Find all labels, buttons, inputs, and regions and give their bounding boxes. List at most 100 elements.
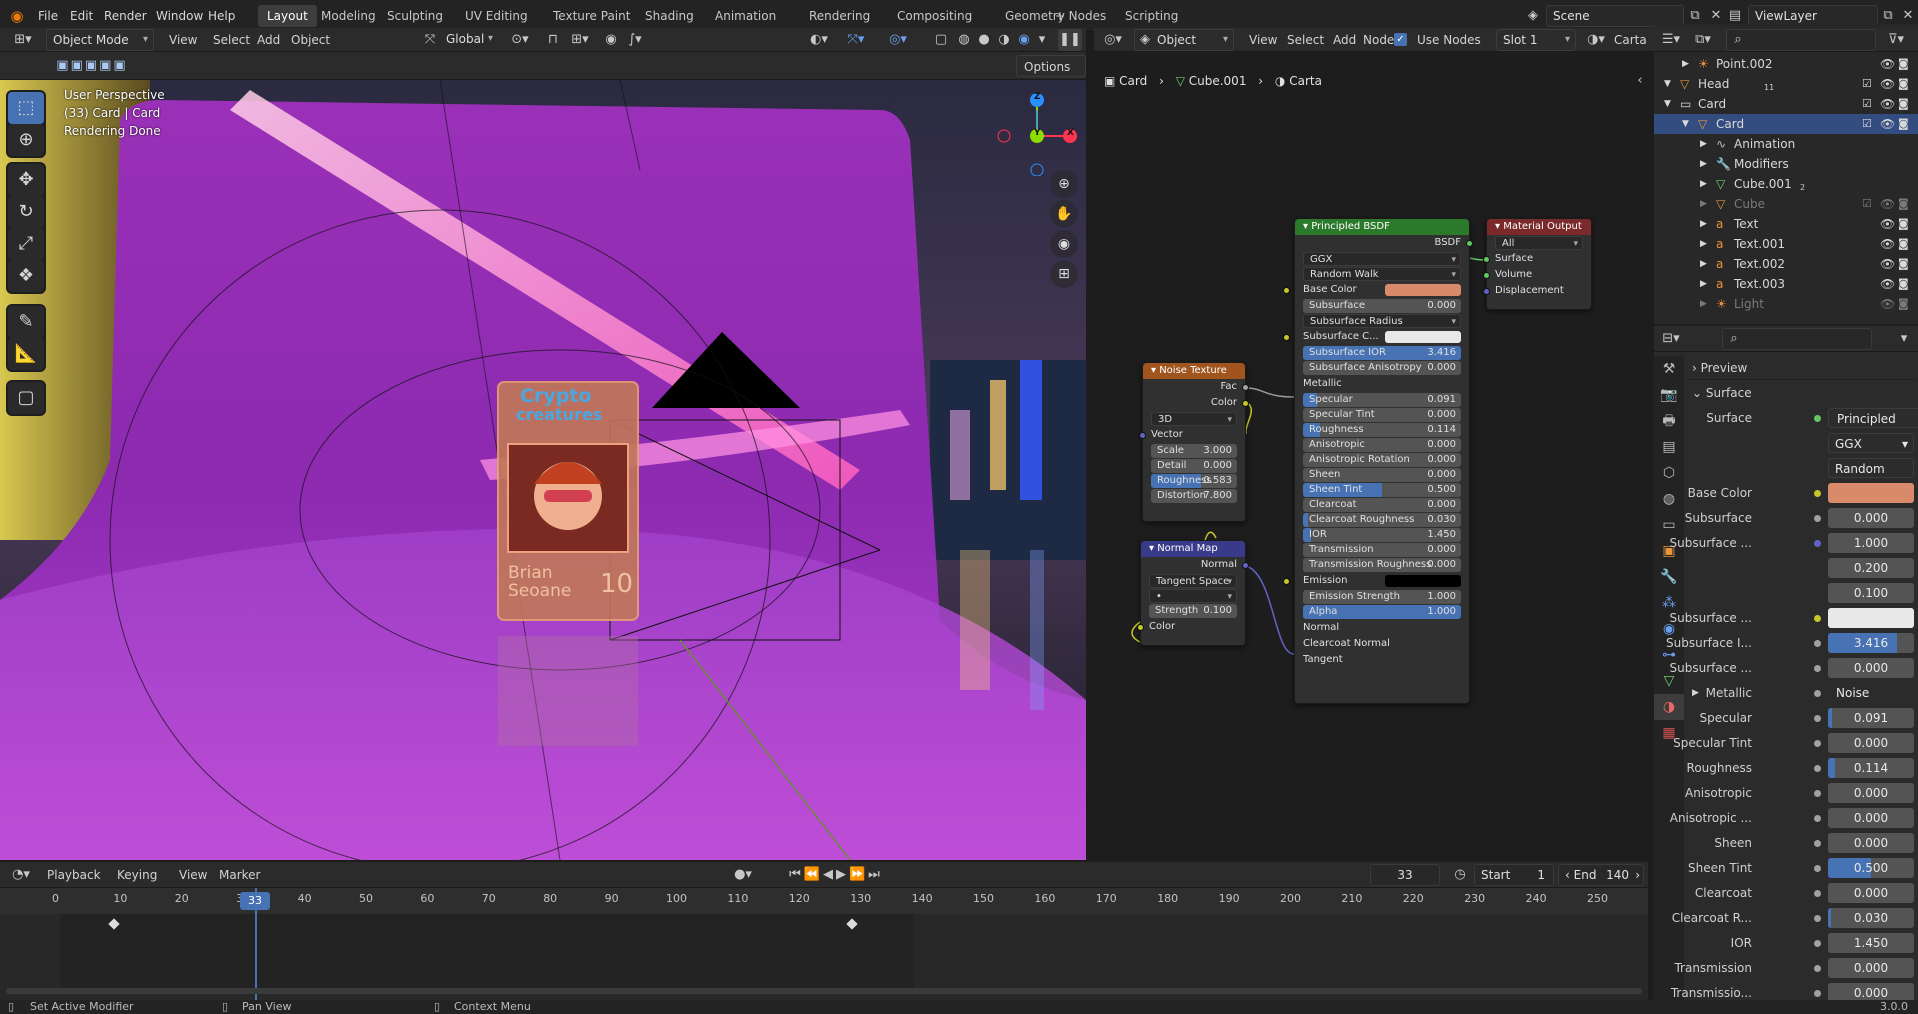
bsdf-emission-swatch[interactable]	[1385, 575, 1461, 587]
outliner-row[interactable]: ▼ ▽ Card ☑ 👁 ◙	[1654, 114, 1918, 134]
solid-shading-icon[interactable]: ●	[974, 29, 994, 51]
normal-map-space-dropdown[interactable]: Tangent Space	[1149, 574, 1237, 589]
workspace-tab-animation[interactable]: Animation	[706, 5, 785, 27]
end-frame-field[interactable]: ‹ End 140 ›	[1558, 864, 1644, 886]
gizmo-toggle-icon[interactable]: ⤧▾	[838, 29, 874, 51]
select-box-tool-icon[interactable]: ⬚	[8, 92, 44, 124]
checkbox-icon[interactable]: ☑	[1862, 194, 1872, 214]
bsdf-tangent-socket[interactable]: Tangent	[1295, 652, 1469, 668]
bsdf-subsurface-method-dropdown[interactable]: Random Walk	[1303, 267, 1461, 282]
bsdf-transmission-roughness-field[interactable]: Transmission Roughness 0.000	[1303, 558, 1461, 572]
shading-options-icon[interactable]: ▾	[1034, 29, 1050, 51]
property-value-field[interactable]: 0.091	[1828, 708, 1914, 728]
outliner-row[interactable]: ▶ ☀ Point.002 👁 ◙	[1654, 54, 1918, 74]
expand-arrow-icon[interactable]: ▶	[1700, 194, 1707, 214]
measure-tool-icon[interactable]: 📐	[8, 338, 44, 370]
outliner-row[interactable]: ▶ ▽ Cube ☑ 👁 ◙	[1654, 194, 1918, 214]
camera-icon[interactable]: ◙	[1898, 214, 1909, 234]
render-tab-icon[interactable]: 📷	[1654, 382, 1684, 408]
expand-arrow-icon[interactable]: ▼	[1664, 74, 1671, 94]
outliner-row[interactable]: ▶ 🔧 Modifiers	[1654, 154, 1918, 174]
expand-arrow-icon[interactable]: ▶	[1700, 254, 1707, 274]
property-value-field[interactable]: 0.000	[1828, 808, 1914, 828]
expand-arrow-icon[interactable]: ▶	[1682, 54, 1689, 74]
playback-controls[interactable]: ⏮⏪◀▶⏩⏭	[776, 864, 896, 886]
camera-icon[interactable]: ◙	[1898, 294, 1909, 314]
distribution-dropdown[interactable]: GGX ▾	[1828, 433, 1914, 453]
noise-roughness-field[interactable]: Roughness 0.583	[1151, 474, 1237, 488]
surface-shader-selector[interactable]: Principled BSDF	[1828, 408, 1918, 428]
workspace-tab-rendering[interactable]: Rendering	[800, 5, 879, 27]
noise-vector-socket[interactable]: Vector	[1139, 427, 1245, 443]
scene-icon[interactable]: ◈	[1522, 5, 1544, 27]
property-value-field[interactable]: 0.000	[1828, 983, 1914, 1000]
eye-icon[interactable]: 👁	[1880, 74, 1895, 94]
bsdf-base-color-swatch[interactable]	[1385, 284, 1461, 296]
viewport-menu-view[interactable]: View	[162, 29, 204, 51]
property-value-field[interactable]: 0.000	[1828, 958, 1914, 978]
property-value-field[interactable]: 0.000	[1828, 508, 1914, 528]
bsdf-metallic-socket[interactable]: Metallic	[1295, 376, 1469, 392]
bsdf-sheen-tint-field[interactable]: Sheen Tint 0.500	[1303, 483, 1461, 497]
timeline-editor-type-icon[interactable]: ◔▾	[6, 864, 36, 886]
expand-arrow-icon[interactable]: ▶	[1700, 274, 1707, 294]
timeline-menu-keying[interactable]: Keying	[110, 864, 171, 886]
outliner-row[interactable]: ▶ ☀ Light 👁 ◙	[1654, 294, 1918, 314]
expand-arrow-icon[interactable]: ▶	[1692, 681, 1699, 706]
output-target-dropdown[interactable]: All	[1495, 236, 1583, 251]
normal-map-strength-field[interactable]: Strength 0.100	[1149, 604, 1237, 618]
property-value-field[interactable]: 0.000	[1828, 733, 1914, 753]
workspace-tab-texture-paint[interactable]: Texture Paint	[544, 5, 639, 27]
overlay-toggle-icon[interactable]: ◎▾	[880, 29, 916, 51]
property-value-field[interactable]: 0.500	[1828, 858, 1914, 878]
camera-icon[interactable]: ◙	[1898, 94, 1909, 114]
xray-icon[interactable]: ▢	[930, 29, 952, 51]
eye-icon[interactable]: 👁	[1880, 214, 1895, 234]
node-editor-type-icon[interactable]: ◎▾	[1098, 29, 1128, 51]
bsdf-clearcoat-field[interactable]: Clearcoat 0.000	[1303, 498, 1461, 512]
use-nodes-checkbox[interactable]: ✓	[1394, 33, 1407, 46]
pivot-point-icon[interactable]: ⊙▾	[506, 29, 534, 51]
playhead-frame-label[interactable]: 33	[240, 892, 270, 910]
material-slot-selector[interactable]: Slot 1	[1496, 29, 1576, 51]
expand-arrow-icon[interactable]: ▶	[1700, 134, 1707, 154]
normal-map-uv-field[interactable]: •	[1149, 589, 1237, 604]
properties-options-icon[interactable]: ▾	[1894, 328, 1914, 350]
display-mode-icon[interactable]: ⧉▾	[1688, 29, 1718, 51]
camera-icon[interactable]: ◙	[1898, 74, 1909, 94]
outliner-row[interactable]: ▼ ▽ Head 11 ☑ 👁 ◙	[1654, 74, 1918, 94]
bsdf-subsurface-ior-field[interactable]: Subsurface IOR 3.416	[1303, 346, 1461, 360]
preview-panel-header[interactable]: › Preview	[1686, 356, 1916, 380]
camera-icon[interactable]: ◙	[1898, 274, 1909, 294]
noise-color-socket[interactable]: Color	[1143, 395, 1249, 411]
bsdf-transmission-field[interactable]: Transmission 0.000	[1303, 543, 1461, 557]
output-surface-socket[interactable]: Surface	[1483, 251, 1591, 267]
expand-arrow-icon[interactable]: ▶	[1700, 294, 1707, 314]
surface-panel-header[interactable]: ⌄ Surface	[1686, 380, 1916, 406]
property-value-field[interactable]: 0.000	[1828, 658, 1914, 678]
bsdf-clearcoat-normal-socket[interactable]: Clearcoat Normal	[1295, 636, 1469, 652]
timeline-menu-view[interactable]: View	[172, 864, 214, 886]
material-tab-icon[interactable]: ◑	[1654, 694, 1684, 720]
scale-tool-icon[interactable]: ⤢	[8, 228, 44, 260]
filter-icon[interactable]: ⊽▾	[1880, 29, 1912, 51]
expand-arrow-icon[interactable]: ▶	[1700, 174, 1707, 194]
noise-distortion-field[interactable]: Distortion 7.800	[1151, 489, 1237, 503]
output-volume-socket[interactable]: Volume	[1483, 267, 1591, 283]
options-dropdown[interactable]: Options ▾	[1016, 55, 1086, 96]
bsdf-subsurface-field[interactable]: Subsurface 0.000	[1303, 299, 1461, 313]
eye-icon[interactable]: 👁	[1880, 194, 1895, 214]
mode-selector[interactable]: Object Mode	[46, 29, 154, 51]
camera-icon[interactable]: ◙	[1898, 234, 1909, 254]
eye-icon[interactable]: 👁	[1880, 54, 1895, 74]
camera-icon[interactable]: ◙	[1898, 114, 1909, 134]
outliner-row[interactable]: ▼ ▭ Card ☑ 👁 ◙	[1654, 94, 1918, 114]
add-cube-tool-icon[interactable]: ▢	[8, 382, 44, 414]
checkbox-icon[interactable]: ☑	[1862, 94, 1872, 114]
start-frame-field[interactable]: Start 1	[1474, 864, 1554, 886]
eye-icon[interactable]: 👁	[1880, 94, 1895, 114]
workspace-tab-shading[interactable]: Shading	[636, 5, 703, 27]
bsdf-subsurface-c-socket[interactable]: Subsurface C...	[1283, 329, 1469, 345]
pan-hand-icon[interactable]: ✋	[1050, 200, 1078, 228]
principled-bsdf-node[interactable]: ▾ Principled BSDF BSDF GGX Random Walk B…	[1283, 218, 1473, 704]
